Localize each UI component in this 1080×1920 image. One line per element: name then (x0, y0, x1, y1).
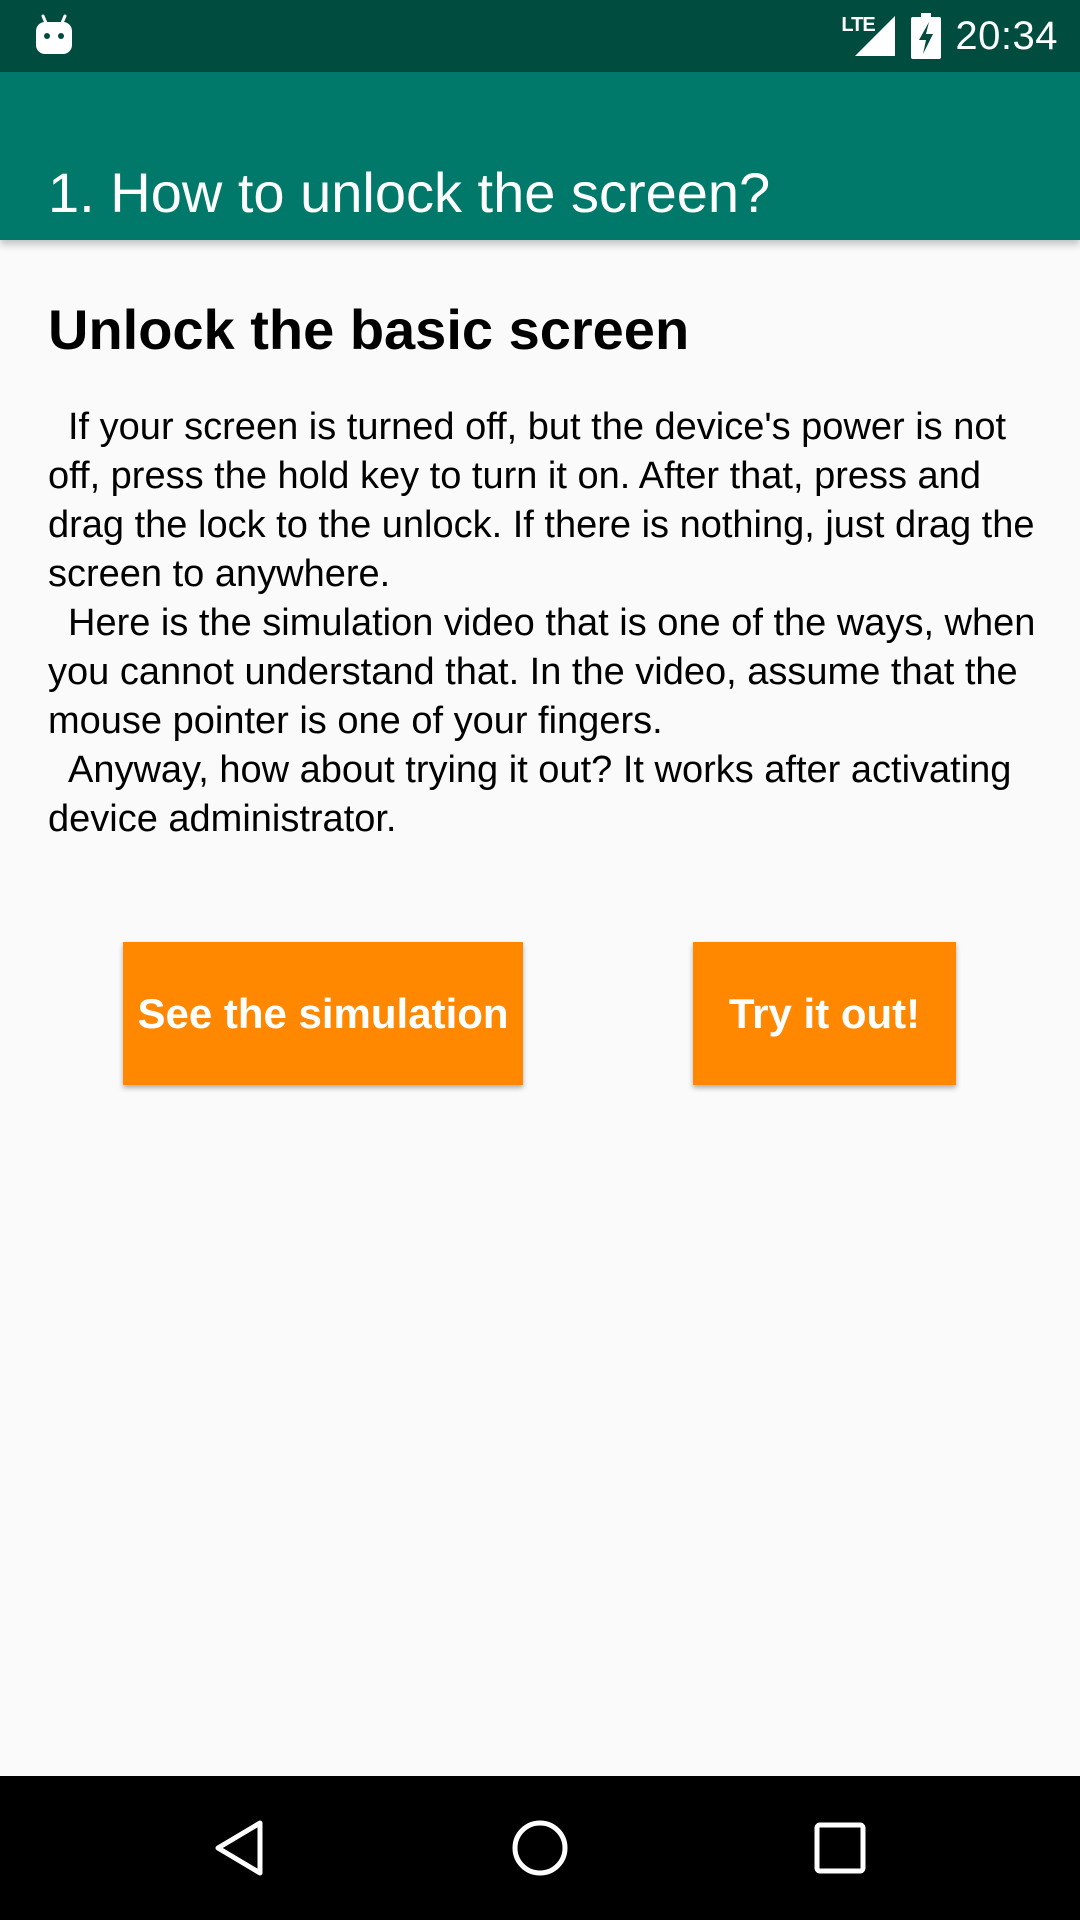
section-heading: Unlock the basic screen (48, 298, 690, 361)
home-button[interactable] (440, 1776, 640, 1920)
cell-signal-icon: LTE (841, 12, 897, 60)
status-bar: LTE 20:34 (0, 0, 1080, 72)
home-circle-icon (512, 1820, 568, 1876)
paragraph-try-it: Anyway, how about trying it out? It work… (48, 749, 1012, 841)
back-triangle-icon (215, 1820, 263, 1876)
android-notification-icon (36, 14, 72, 54)
status-icons: LTE 20:34 (841, 0, 1058, 72)
app-bar: 1. How to unlock the screen? (0, 72, 1080, 240)
navigation-bar (0, 1776, 1080, 1920)
instructions-text: If your screen is turned off, but the de… (48, 403, 1038, 844)
back-button[interactable] (140, 1776, 340, 1920)
status-time: 20:34 (955, 13, 1058, 58)
paragraph-simulation: Here is the simulation video that is one… (48, 602, 1036, 743)
main-content: Unlock the basic screen If your screen i… (48, 240, 1038, 844)
see-simulation-button[interactable]: See the simulation (123, 942, 523, 1085)
recents-square-icon (814, 1822, 866, 1874)
paragraph-power-on: If your screen is turned off, but the de… (48, 406, 1035, 596)
battery-charging-icon (911, 13, 942, 59)
try-it-out-button[interactable]: Try it out! (693, 942, 956, 1085)
recents-button[interactable] (740, 1776, 940, 1920)
page-title: 1. How to unlock the screen? (48, 160, 771, 224)
